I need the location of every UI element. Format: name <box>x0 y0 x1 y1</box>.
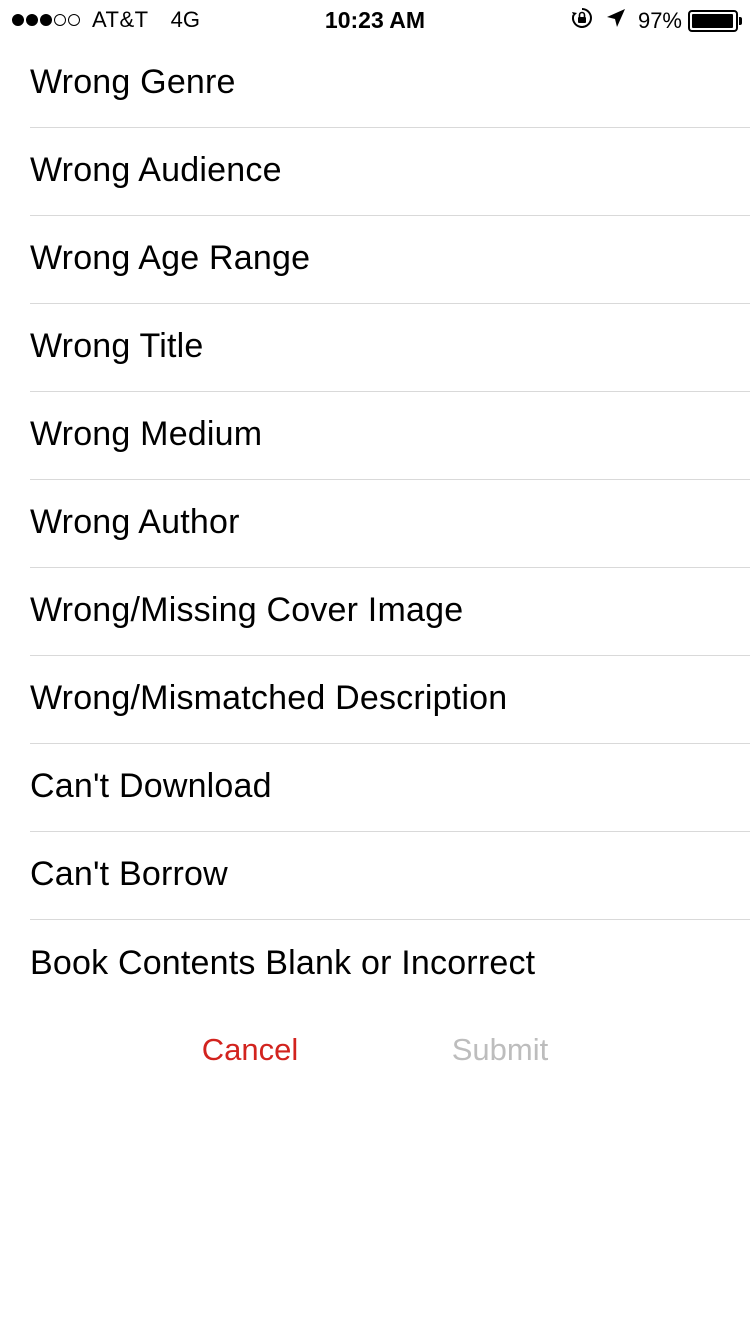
reason-option[interactable]: Wrong Author <box>30 480 750 568</box>
cancel-button[interactable]: Cancel <box>125 1032 375 1068</box>
reason-option[interactable]: Wrong Medium <box>30 392 750 480</box>
battery-percentage: 97% <box>637 8 682 33</box>
battery-icon <box>688 10 742 32</box>
reason-option-label: Wrong/Mismatched Description <box>30 679 508 717</box>
battery-level-fill <box>692 14 733 28</box>
reason-option[interactable]: Wrong Title <box>30 304 750 392</box>
reason-option-label: Wrong Genre <box>30 63 236 101</box>
reason-option-label: Wrong Title <box>30 327 204 365</box>
rotation-lock-icon <box>570 6 594 36</box>
submit-button[interactable]: Submit <box>375 1032 625 1068</box>
reason-option-label: Book Contents Blank or Incorrect <box>30 943 536 982</box>
status-right: 97% <box>570 6 742 36</box>
location-arrow-icon <box>606 8 626 34</box>
reason-option-label: Wrong Author <box>30 503 240 541</box>
reason-option-label: Wrong Medium <box>30 415 263 453</box>
reason-option[interactable]: Wrong/Missing Cover Image <box>30 568 750 656</box>
reason-option[interactable]: Can't Download <box>30 744 750 832</box>
reason-option-label: Can't Borrow <box>30 855 228 893</box>
reason-option[interactable]: Wrong/Mismatched Description <box>30 656 750 744</box>
reason-option[interactable]: Wrong Age Range <box>30 216 750 304</box>
action-bar: Cancel Submit <box>0 1010 750 1100</box>
reason-option[interactable]: Wrong Audience <box>30 128 750 216</box>
reason-option-label: Can't Download <box>30 767 272 805</box>
reason-option-label: Wrong/Missing Cover Image <box>30 591 464 629</box>
reason-option-label: Wrong Audience <box>30 151 282 189</box>
reason-option[interactable]: Can't Borrow <box>30 832 750 920</box>
reason-option[interactable]: Book Contents Blank or Incorrect <box>30 920 750 1008</box>
report-reason-list: Wrong Genre Wrong Audience Wrong Age Range… <box>0 40 750 1008</box>
reason-option-label: Wrong Age Range <box>30 239 311 277</box>
reason-option[interactable]: Wrong Genre <box>30 40 750 128</box>
status-bar: AT&T 4G 10:23 AM 97% <box>0 0 750 40</box>
